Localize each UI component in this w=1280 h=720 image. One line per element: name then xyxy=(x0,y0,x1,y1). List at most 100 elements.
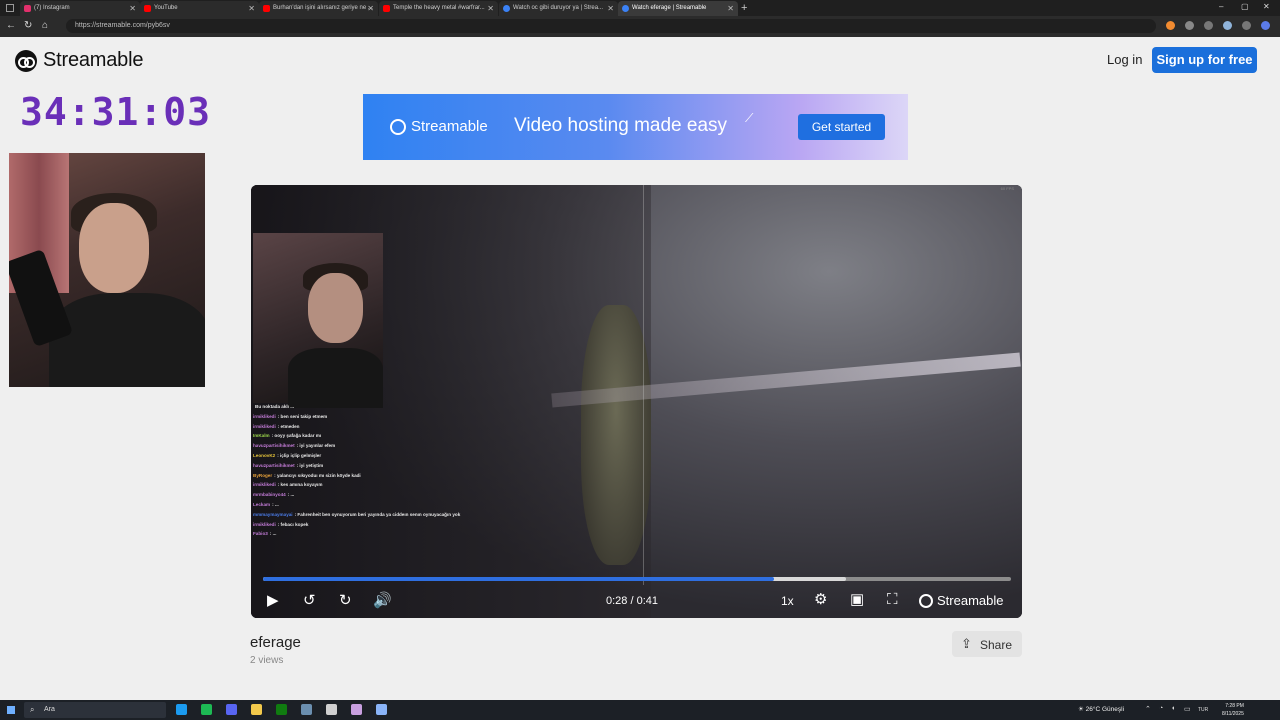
play-icon[interactable]: ▶ xyxy=(267,593,279,609)
favorites-icon[interactable] xyxy=(1204,21,1213,30)
close-tab-icon[interactable]: ✕ xyxy=(487,1,494,16)
taskbar-app-icon[interactable] xyxy=(176,704,187,715)
tab-instagram[interactable]: (7) Instagram ✕ xyxy=(20,1,140,16)
rewind-10-icon[interactable]: ↺ xyxy=(303,593,316,609)
refresh-icon[interactable]: ↻ xyxy=(24,20,32,32)
close-tab-icon[interactable]: ✕ xyxy=(607,1,614,16)
new-tab-button[interactable]: + xyxy=(741,1,747,15)
taskbar-app-icon[interactable] xyxy=(301,704,312,715)
player-brand-link[interactable]: Streamable xyxy=(919,593,1003,608)
close-tab-icon[interactable]: ✕ xyxy=(727,1,734,16)
chat-message: irmiklikedi: ben seni takip etmem xyxy=(253,412,393,422)
taskbar-clock[interactable]: 7:28 PM 8/11/2025 xyxy=(1222,702,1244,718)
taskbar-app-icon[interactable] xyxy=(201,704,212,715)
chat-text: : iyi yetiştim xyxy=(296,462,324,468)
chat-username: irmiklikedi xyxy=(253,521,276,527)
close-tab-icon[interactable]: ✕ xyxy=(248,1,255,16)
taskbar-app-icon[interactable] xyxy=(251,704,262,715)
weather-widget[interactable]: ☀ 26°C Güneşli xyxy=(1078,705,1124,713)
chat-username: havuzpartisihikmet xyxy=(253,443,295,449)
more-menu-icon[interactable] xyxy=(1242,21,1251,30)
close-tab-icon[interactable]: ✕ xyxy=(367,1,374,16)
chat-username: Leckam xyxy=(253,501,271,507)
close-window-button[interactable]: ✕ xyxy=(1263,2,1270,11)
tab-burhan[interactable]: Burhan'dan işini alırsanız geriye ne ...… xyxy=(259,1,378,16)
search-icon: ⌕ xyxy=(30,705,35,714)
playback-speed-button[interactable]: 1x xyxy=(781,594,794,608)
progress-bar[interactable] xyxy=(263,577,1011,581)
streamable-logo-icon xyxy=(390,119,406,135)
windows-taskbar: ⌕ Ara ☀ 26°C Güneşli ⌃ ◔ ◖ ▭ TUR 7:28 PM… xyxy=(0,700,1280,720)
extensions-icon[interactable] xyxy=(1185,21,1194,30)
start-icon[interactable] xyxy=(7,706,15,714)
address-bar-row: ← ↻ ⌂ https://streamable.com/pyb6sv xyxy=(0,16,1280,37)
playback-time: 0:28 / 0:41 xyxy=(606,595,658,607)
tray-chevron-icon[interactable]: ⌃ xyxy=(1145,705,1151,713)
chat-text: : ooyy şafağa kadar mı xyxy=(271,433,322,439)
youtube-icon xyxy=(383,5,390,12)
url-field[interactable]: https://streamable.com/pyb6sv xyxy=(66,19,1156,33)
taskbar-app-icon[interactable] xyxy=(351,704,362,715)
close-tab-icon[interactable]: ✕ xyxy=(129,1,136,16)
tab-temple[interactable]: Temple the heavy metal #warfrar... ✕ xyxy=(379,1,498,16)
chat-text: : ... xyxy=(272,501,279,507)
network-icon[interactable]: ◔ xyxy=(1159,705,1163,712)
login-link[interactable]: Log in xyxy=(1107,52,1142,67)
tab-watch-oc[interactable]: Watch oc gibi duruyor ya | Strea... ✕ xyxy=(499,1,618,16)
youtube-icon xyxy=(263,5,270,12)
chat-text: : kes amına koyayım xyxy=(277,482,323,488)
maximize-button[interactable]: ▢ xyxy=(1241,2,1249,11)
streamable-logo[interactable]: Streamable xyxy=(15,49,143,72)
streamable-logo-icon xyxy=(15,49,37,72)
sparkle-icon: ⟋ xyxy=(745,111,754,125)
volume-icon[interactable]: 🔊 xyxy=(373,593,392,609)
chat-message: Leckam: ... xyxy=(253,500,393,510)
language-indicator[interactable]: TUR xyxy=(1198,707,1208,713)
browser-tab-bar: (7) Instagram ✕ YouTube ✕ Burhan'dan işi… xyxy=(0,0,1280,16)
promo-banner[interactable]: Streamable Video hosting made easy ⟋ Get… xyxy=(363,94,908,160)
chat-text: : ... xyxy=(269,531,277,537)
taskbar-app-icon[interactable] xyxy=(276,704,287,715)
get-started-button[interactable]: Get started xyxy=(798,114,885,140)
clock-time: 7:28 PM xyxy=(1225,703,1244,709)
minimize-button[interactable]: – xyxy=(1219,2,1223,11)
back-icon[interactable]: ← xyxy=(6,20,16,32)
streamable-tab-icon xyxy=(622,5,629,12)
video-title: eferage xyxy=(250,634,301,651)
taskbar-app-icon[interactable] xyxy=(226,704,237,715)
video-player[interactable]: Bu noktada aklı ... irmiklikedi: ben seni… xyxy=(251,185,1022,618)
tab-label: Temple the heavy metal #warfrar... xyxy=(393,5,485,11)
chat-text: : febacı kopek xyxy=(277,521,309,527)
profile-avatar[interactable] xyxy=(1223,21,1232,30)
picture-in-picture-icon[interactable]: ▣ xyxy=(850,592,864,608)
extension-icon[interactable] xyxy=(1166,21,1175,30)
sound-icon[interactable]: ◖ xyxy=(1171,705,1175,712)
chat-text: : Fahrenheit ben oynuyorum beri yayında … xyxy=(294,511,461,517)
chat-text: : ben seni takip etmem xyxy=(277,413,328,419)
taskbar-app-icon[interactable] xyxy=(376,704,387,715)
fullscreen-icon[interactable]: ⛶ xyxy=(887,592,898,608)
battery-icon[interactable]: ▭ xyxy=(1184,705,1191,713)
tab-youtube[interactable]: YouTube ✕ xyxy=(140,1,259,16)
window-menu-icon[interactable] xyxy=(6,4,14,12)
chat-text: : içlip içlip gelmişler xyxy=(277,452,322,458)
forward-10-icon[interactable]: ↻ xyxy=(339,593,352,609)
taskbar-search[interactable]: ⌕ Ara xyxy=(24,702,166,718)
video-frame: Bu noktada aklı ... irmiklikedi: ben seni… xyxy=(251,185,1022,618)
chat-username: mrmbabinyo44 xyxy=(253,492,286,498)
chat-message: ImKalm: ooyy şafağa kadar mı xyxy=(253,431,393,441)
chat-text: : etmeden xyxy=(277,423,300,429)
tab-watch-eferage[interactable]: Watch eferage | Streamable ✕ xyxy=(618,1,738,16)
stream-timer-overlay: 34:31:03 xyxy=(20,90,212,134)
home-icon[interactable]: ⌂ xyxy=(42,20,48,32)
settings-gear-icon[interactable]: ⚙ xyxy=(814,592,827,608)
chat-username: irmiklikedi xyxy=(253,423,276,429)
taskbar-app-icon[interactable] xyxy=(326,704,337,715)
clock-date: 8/11/2025 xyxy=(1222,711,1244,717)
streamable-logo-icon xyxy=(919,593,933,608)
copilot-icon[interactable] xyxy=(1261,21,1270,30)
chat-message: Fabio3: ... xyxy=(253,529,393,539)
signup-button[interactable]: Sign up for free xyxy=(1152,47,1257,73)
tab-label: Burhan'dan işini alırsanız geriye ne ... xyxy=(273,5,373,11)
share-button[interactable]: ⇪ Share xyxy=(952,631,1022,657)
